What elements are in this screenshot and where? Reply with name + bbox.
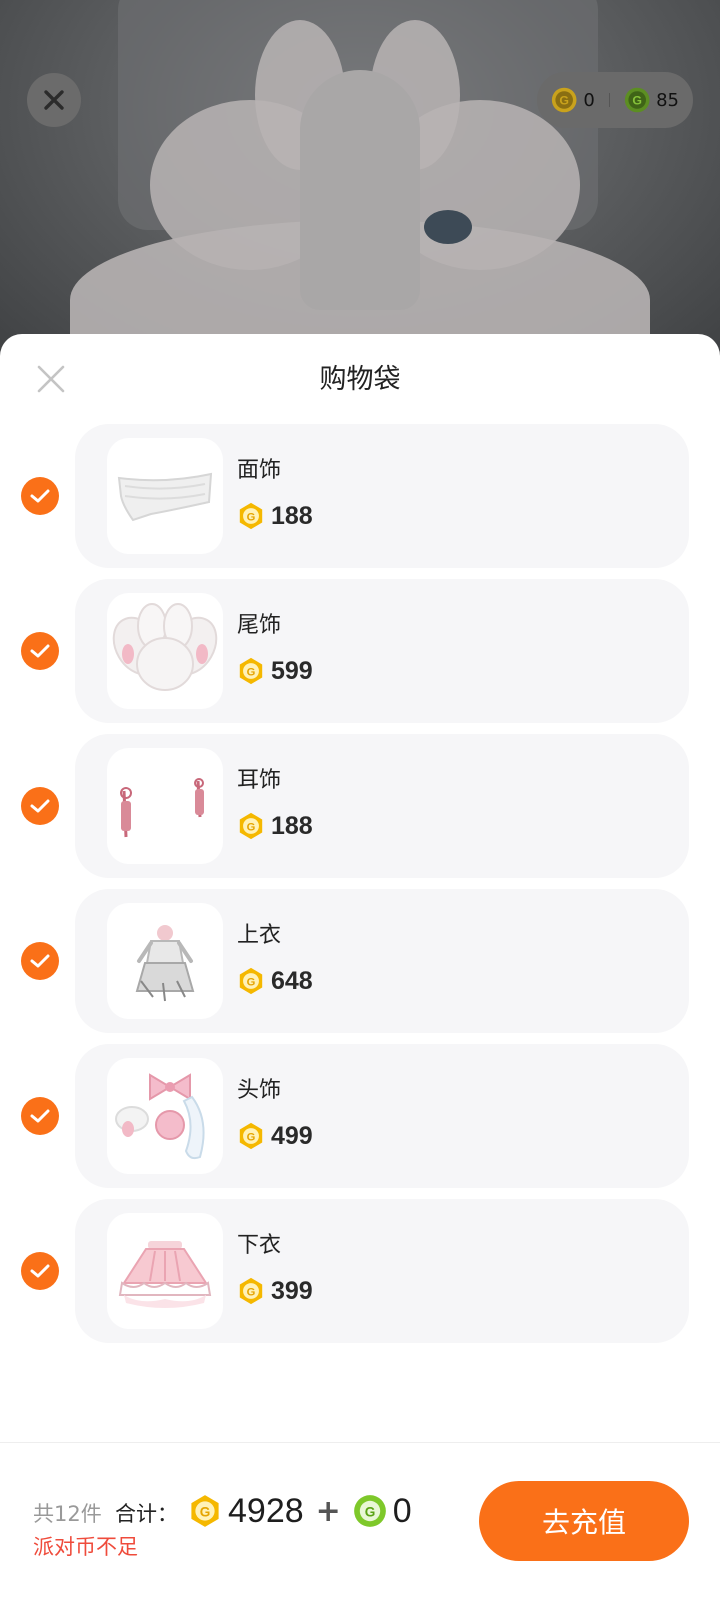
- svg-text:G: G: [247, 1287, 256, 1299]
- item-thumbnail: [107, 748, 223, 864]
- svg-text:G: G: [559, 93, 569, 107]
- svg-text:G: G: [247, 822, 256, 834]
- gold-coin-icon: G: [551, 87, 577, 113]
- item-name: 耳饰: [237, 768, 282, 793]
- item-card[interactable]: 上衣 G 648: [75, 889, 689, 1033]
- checkmark-icon: [30, 954, 50, 968]
- price-value: 499: [271, 1121, 313, 1150]
- item-price: G 499: [237, 1120, 313, 1152]
- item-thumbnail: [107, 903, 223, 1019]
- item-checkbox[interactable]: [21, 632, 59, 670]
- item-price: G 188: [237, 500, 313, 532]
- checkmark-icon: [30, 489, 50, 503]
- item-name: 尾饰: [237, 613, 282, 638]
- svg-text:G: G: [632, 93, 642, 107]
- avatar-preview-scene: [0, 0, 720, 360]
- wallet-balance[interactable]: G 0 G 85: [537, 72, 693, 128]
- total-label: 合计：: [115, 1502, 178, 1526]
- skirt-image: [118, 1241, 212, 1308]
- item-checkbox[interactable]: [21, 1097, 59, 1135]
- green-coin-icon: G: [353, 1495, 386, 1527]
- checkmark-icon: [30, 644, 50, 658]
- gold-coin-icon: G: [239, 1122, 263, 1150]
- sheet-title: 购物袋: [319, 364, 401, 395]
- gold-balance: 0: [583, 89, 595, 111]
- plus-sign: +: [315, 1493, 341, 1529]
- item-card[interactable]: 尾饰 G 599: [75, 579, 689, 723]
- cart-item: 面饰 G 188: [0, 424, 720, 568]
- item-name: 上衣: [237, 923, 282, 948]
- preview-close-button[interactable]: [27, 73, 81, 127]
- face-accessory-image: [117, 472, 213, 522]
- price-value: 599: [271, 656, 313, 685]
- gold-coin-icon: G: [191, 1495, 219, 1527]
- item-price: G 188: [237, 810, 313, 842]
- close-icon: [44, 90, 64, 110]
- total-amount: G 4928 + G 0: [188, 1483, 412, 1539]
- green-balance: 85: [656, 89, 679, 111]
- cart-item: 耳饰 G 188: [0, 734, 720, 878]
- item-price: G 648: [237, 965, 313, 997]
- price-value: 188: [271, 501, 313, 530]
- item-thumbnail: [107, 1058, 223, 1174]
- green-total: 0: [392, 1491, 412, 1530]
- item-card[interactable]: 面饰 G 188: [75, 424, 689, 568]
- gold-coin-icon: G: [239, 502, 263, 530]
- price-value: 648: [271, 966, 313, 995]
- svg-text:G: G: [200, 1505, 211, 1520]
- gold-coin-icon: G: [239, 1277, 263, 1305]
- insufficient-balance-warning: 派对币不足: [33, 1535, 138, 1559]
- item-checkbox[interactable]: [21, 942, 59, 980]
- price-value: 399: [271, 1276, 313, 1305]
- checkmark-icon: [30, 1109, 50, 1123]
- svg-text:G: G: [247, 1132, 256, 1144]
- item-name: 头饰: [237, 1078, 282, 1103]
- item-checkbox[interactable]: [21, 477, 59, 515]
- app-root: G 0 G 85 购物袋 面饰 G 188 尾饰 G 599 耳饰 G 188 …: [0, 0, 720, 1600]
- cart-item: 尾饰 G 599: [0, 579, 720, 723]
- checkmark-icon: [30, 799, 50, 813]
- gold-coin-icon: G: [239, 657, 263, 685]
- item-thumbnail: [107, 1213, 223, 1329]
- gold-total: 4928: [228, 1491, 304, 1530]
- gold-coin-icon: G: [239, 812, 263, 840]
- item-count: 共12件: [33, 1502, 102, 1526]
- item-card[interactable]: 下衣 G 399: [75, 1199, 689, 1343]
- avatar-figure: [300, 70, 420, 310]
- tail-accessory-image: [112, 603, 218, 691]
- cart-item: 上衣 G 648: [0, 889, 720, 1033]
- shopping-bag-sheet: 购物袋 面饰 G 188 尾饰 G 599 耳饰 G 188 上衣 G 648 …: [0, 334, 720, 1600]
- item-price: G 399: [237, 1275, 313, 1307]
- ear-accessory-image: [120, 778, 204, 838]
- svg-text:G: G: [247, 667, 256, 679]
- item-price: G 599: [237, 655, 313, 687]
- price-value: 188: [271, 811, 313, 840]
- item-card[interactable]: 头饰 G 499: [75, 1044, 689, 1188]
- cart-item: 下衣 G 399: [0, 1199, 720, 1343]
- cart-item: 头饰 G 499: [0, 1044, 720, 1188]
- item-checkbox[interactable]: [21, 1252, 59, 1290]
- recharge-button[interactable]: 去充值: [479, 1481, 689, 1561]
- item-card[interactable]: 耳饰 G 188: [75, 734, 689, 878]
- svg-text:G: G: [247, 512, 256, 524]
- item-checkbox[interactable]: [21, 787, 59, 825]
- item-name: 下衣: [237, 1233, 282, 1258]
- item-name: 面饰: [237, 458, 282, 483]
- gold-coin-icon: G: [239, 967, 263, 995]
- checkout-bar: 共12件 合计： G 4928 + G 0 派对币不足 去充值: [0, 1442, 720, 1600]
- shark-plush: [424, 210, 472, 244]
- svg-text:G: G: [364, 1505, 375, 1520]
- checkmark-icon: [30, 1264, 50, 1278]
- top-clothing-image: [135, 925, 195, 1002]
- head-accessory-image: [115, 1073, 205, 1160]
- wallet-divider: [608, 93, 610, 107]
- item-thumbnail: [107, 438, 223, 554]
- item-thumbnail: [107, 593, 223, 709]
- svg-text:G: G: [247, 977, 256, 989]
- green-coin-icon: G: [624, 87, 650, 113]
